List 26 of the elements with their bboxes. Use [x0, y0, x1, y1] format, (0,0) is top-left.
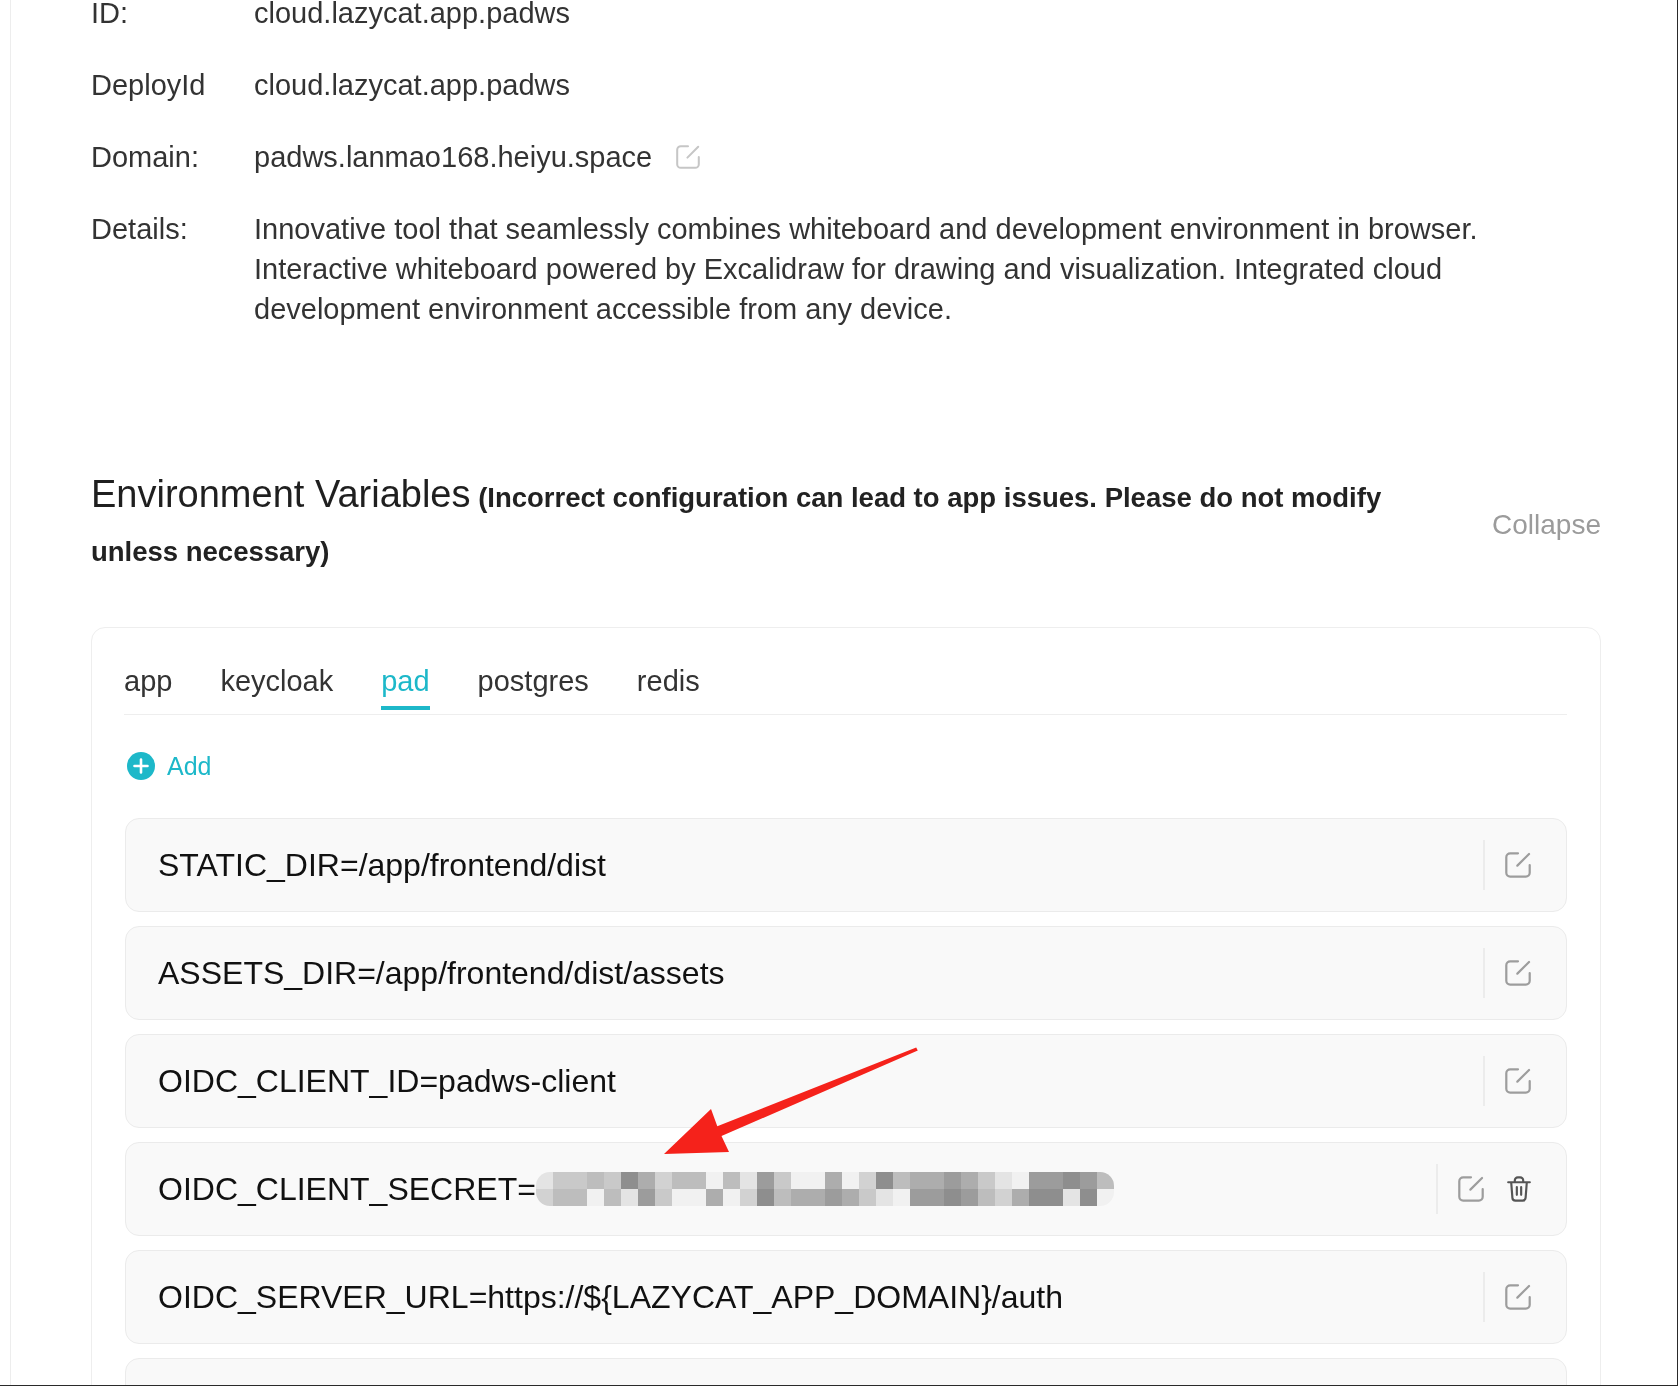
env-var-text: STATIC_DIR=/app/frontend/dist	[158, 846, 606, 885]
tab[interactable]: redis	[636, 650, 700, 710]
plus-icon	[127, 752, 155, 780]
tab[interactable]: postgres	[477, 650, 589, 710]
env-var-text: OIDC_CLIENT_ID=padws-client	[158, 1062, 616, 1101]
edit-icon[interactable]	[676, 145, 701, 169]
edit-icon[interactable]	[1458, 1176, 1484, 1202]
field-value: Innovative tool that seamlessly combines whiteboard and development environment in browser. Interactive whiteboard powered by Excalidraw for drawing and visualization. Integrated cloud development environment accessible from any device.	[254, 212, 1479, 327]
env-var-text: OIDC_SERVER_URL=https://${LAZYCAT_APP_DOMAIN}/auth	[158, 1278, 1063, 1317]
field-value: cloud.lazycat.app.padws	[254, 0, 570, 31]
edit-icon[interactable]	[1505, 1284, 1531, 1310]
tab[interactable]: app	[124, 650, 173, 710]
field-label: DeployId	[91, 68, 207, 103]
field-value: cloud.lazycat.app.padws	[254, 68, 570, 103]
section-heading: Environment Variables (Incorrect configuration can lead to app issues. Please do not modify unless necessary)	[91, 472, 1383, 569]
env-var-text: OIDC_CLIENT_SECRET=	[158, 1170, 536, 1209]
field-label: Domain:	[91, 140, 200, 175]
edit-icon[interactable]	[1505, 852, 1531, 878]
field-label: Details:	[91, 212, 189, 247]
tab[interactable]: keycloak	[220, 650, 334, 710]
env-var-text: ASSETS_DIR=/app/frontend/dist/assets	[158, 954, 725, 993]
field-label: ID:	[91, 0, 130, 31]
edit-icon[interactable]	[1505, 960, 1531, 986]
edit-icon[interactable]	[1505, 1068, 1531, 1094]
field-value: padws.lanmao168.heiyu.space	[254, 140, 653, 175]
trash-icon[interactable]	[1507, 1176, 1531, 1202]
